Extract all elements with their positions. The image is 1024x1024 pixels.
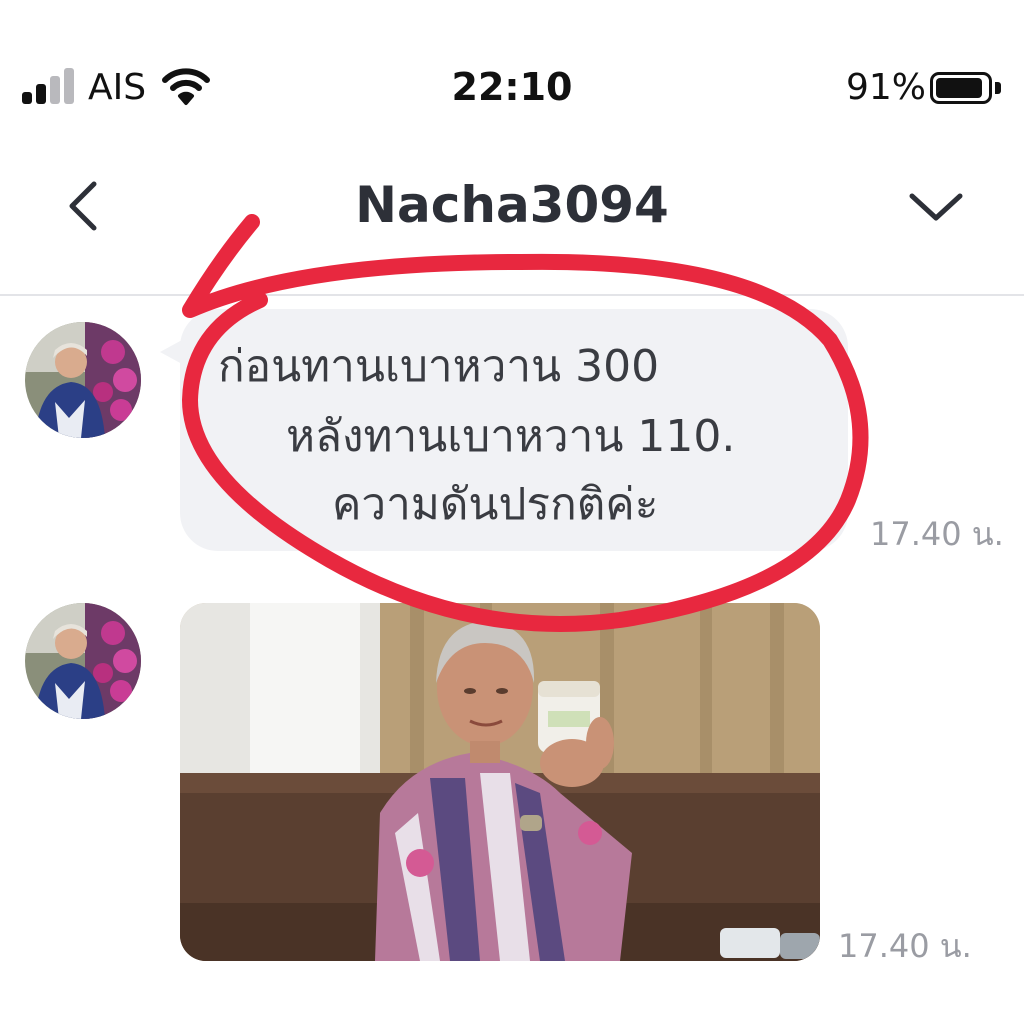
message-bubble[interactable]: ก่อนทานเบาหวาน 300 หลังทานเบาหวาน 110. ค… [180, 309, 848, 551]
status-bar: AIS 22:10 91% [0, 0, 1024, 150]
bubble-tail [160, 340, 182, 364]
message-line: หลังทานเบาหวาน 110. [286, 411, 736, 462]
avatar[interactable] [25, 603, 141, 719]
message-line: ความดันปรกติค่ะ [332, 479, 659, 530]
message-photo[interactable] [180, 603, 820, 961]
message-line: ก่อนทานเบาหวาน 300 [218, 341, 660, 392]
battery-icon [930, 72, 992, 104]
avatar[interactable] [25, 322, 141, 438]
chat-header: Nacha3094 [0, 150, 1024, 296]
message-timestamp: 17.40 น. [838, 927, 972, 965]
battery-tip [995, 82, 1001, 94]
chat-title: Nacha3094 [355, 176, 669, 234]
menu-dropdown-button[interactable] [900, 178, 972, 234]
chevron-down-icon [909, 193, 963, 221]
message-timestamp: 17.40 น. [870, 515, 1004, 553]
battery-percent: 91% [846, 67, 927, 108]
